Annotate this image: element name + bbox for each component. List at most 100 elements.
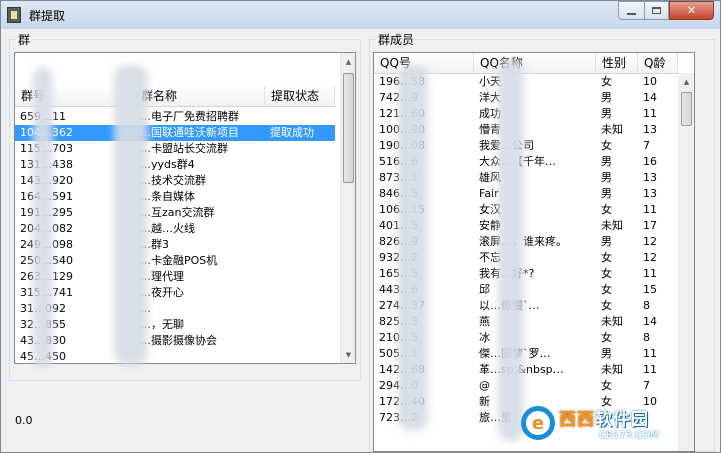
watermark-e-icon: e [521,406,555,440]
maximize-button[interactable] [644,1,669,20]
maximize-icon [652,7,661,14]
table-row[interactable]: 131…438…yyds群4 [15,157,335,173]
table-cell-gender: 男 [601,155,612,168]
table-cell-name: 邱 [479,283,490,296]
table-cell-name: 懵青 [479,123,501,136]
table-row[interactable]: 250…540…卡金融POS机 [15,253,335,269]
minimize-button[interactable] [618,1,644,20]
table-cell-name: …卡盟站长交流群 [140,142,228,155]
table-row[interactable]: 115…703…卡盟站长交流群 [15,141,335,157]
table-cell-name: 滚屏…，谁来疼。 [474,234,596,250]
table-cell-name: 我爱…公司 [474,138,596,154]
blur-mask [114,65,148,365]
table-cell-name: 安静 [479,219,501,232]
watermark-name-b: 软件园 [595,410,649,430]
column-header[interactable]: QQ名称 [474,53,596,73]
table-row[interactable]: 191…295…互zan交流群 [15,205,335,221]
table-cell-gender: 女 [601,139,612,152]
table-cell-gender: 女 [601,283,612,296]
groups-scrollbar[interactable]: ▲ ▼ [340,53,355,363]
table-row[interactable]: 104…362…国联通哇沃新项目提取成功 [15,125,335,141]
table-cell-gender: 女 [601,267,612,280]
scroll-up-arrow-icon[interactable]: ▲ [341,53,355,70]
groups-list-header: 群号群名称提取状态 [15,86,335,107]
blur-mask [498,59,524,441]
table-cell-name: …互zan交流群 [140,206,215,219]
table-cell-gender: 男 [601,91,612,104]
members-scroll-thumb[interactable] [681,92,692,126]
app-window: 群提取 ✕ 群 群号群名称提取状态 659…11…电子厂免费招聘群104…362… [0,0,721,453]
table-cell-age: 15 [643,283,657,296]
table-cell-status [265,221,335,237]
table-cell-name: 洋大 [479,91,501,104]
scroll-down-arrow-icon[interactable]: ▼ [341,346,355,363]
table-cell-name: 燕 [479,315,490,328]
table-cell-age: 7 [643,139,650,152]
table-row[interactable]: 659…11…电子厂免费招聘群 [15,109,335,125]
table-cell-name: …越…火线 [140,222,195,235]
table-cell-gender: 男 [601,347,612,360]
table-row[interactable]: 249…098…群3 [15,237,335,253]
members-legend: 群成员 [376,31,417,48]
table-cell-gender: 女 [601,251,612,264]
table-cell-gender: 男 [601,107,612,120]
table-cell-gender: 女 [601,299,612,312]
table-row[interactable]: 315…741…夜开心 [15,285,335,301]
table-row[interactable]: 164…591…条自媒体 [15,189,335,205]
table-row[interactable]: 32…855…，无聊 [15,317,335,333]
table-cell-name: …电子厂免费招聘群 [140,110,239,123]
table-cell-gender: 女 [601,331,612,344]
table-cell-name: Fair [479,187,499,200]
table-cell-gender: 男 [601,235,612,248]
table-cell-age: 16 [643,155,657,168]
table-cell-gender: 未知 [601,315,623,328]
table-row[interactable]: 43…830…摄影摄像协会 [15,333,335,349]
scroll-up-arrow-icon[interactable]: ▲ [679,73,694,90]
table-cell-status: 提取成功 [270,126,314,139]
table-cell-gender: 未知 [601,123,623,136]
table-row[interactable]: 45…450 [15,349,335,363]
table-cell-name: 成功 [479,107,501,120]
table-row[interactable]: 31…092… [15,301,335,317]
table-cell-name: …夜开心 [140,286,184,299]
table-cell-name: …摄影摄像协会 [140,334,217,347]
table-cell-name: …国联通哇沃新项目 [140,126,239,139]
status-text: 0.0 [15,414,33,427]
table-cell-status [265,237,335,253]
client-area: 群 群号群名称提取状态 659…11…电子厂免费招聘群104…362…国联通哇沃… [1,29,720,452]
table-cell-age: 11 [643,347,657,360]
table-cell-name: @ [479,379,490,392]
window-title: 群提取 [29,9,66,23]
table-cell-age: 13 [643,171,657,184]
table-cell-status [265,109,335,125]
groups-scroll-thumb[interactable] [343,73,354,183]
table-row[interactable]: 263…129…理代理 [15,269,335,285]
table-cell-name: 以…傲慢`… [474,298,596,314]
table-cell-name: …，无聊 [140,318,184,331]
app-icon [7,7,21,23]
table-cell-age: 13 [643,187,657,200]
table-cell-age: 11 [643,267,657,280]
table-cell-status [265,189,335,205]
table-cell-gender: 女 [601,379,612,392]
table-cell-status [265,285,335,301]
column-header[interactable]: 提取状态 [265,86,335,106]
table-cell-status [265,205,335,221]
column-header[interactable]: 群名称 [135,86,265,106]
table-row[interactable]: 143…920…技术交流群 [15,173,335,189]
table-cell-status [265,333,335,349]
groups-listview[interactable]: 群号群名称提取状态 659…11…电子厂免费招聘群104…362…国联通哇沃新项… [14,52,356,364]
table-cell-status [265,301,335,317]
column-header[interactable]: Q龄 [638,53,678,73]
table-row[interactable]: 204…082…越…火线 [15,221,335,237]
table-cell-name: 大众…【千年… [474,154,596,170]
column-header[interactable]: 性别 [596,53,638,73]
table-cell-name: …技术交流群 [140,174,206,187]
table-cell-name: 革…sp;&nbsp… [474,362,596,378]
title-bar[interactable]: 群提取 ✕ [1,1,720,29]
watermark-name-a: 西西 [559,410,595,430]
table-cell-age: 7 [643,379,650,392]
table-cell-status [265,269,335,285]
close-button[interactable]: ✕ [669,1,714,20]
members-scrollbar[interactable]: ▲ [678,73,694,451]
